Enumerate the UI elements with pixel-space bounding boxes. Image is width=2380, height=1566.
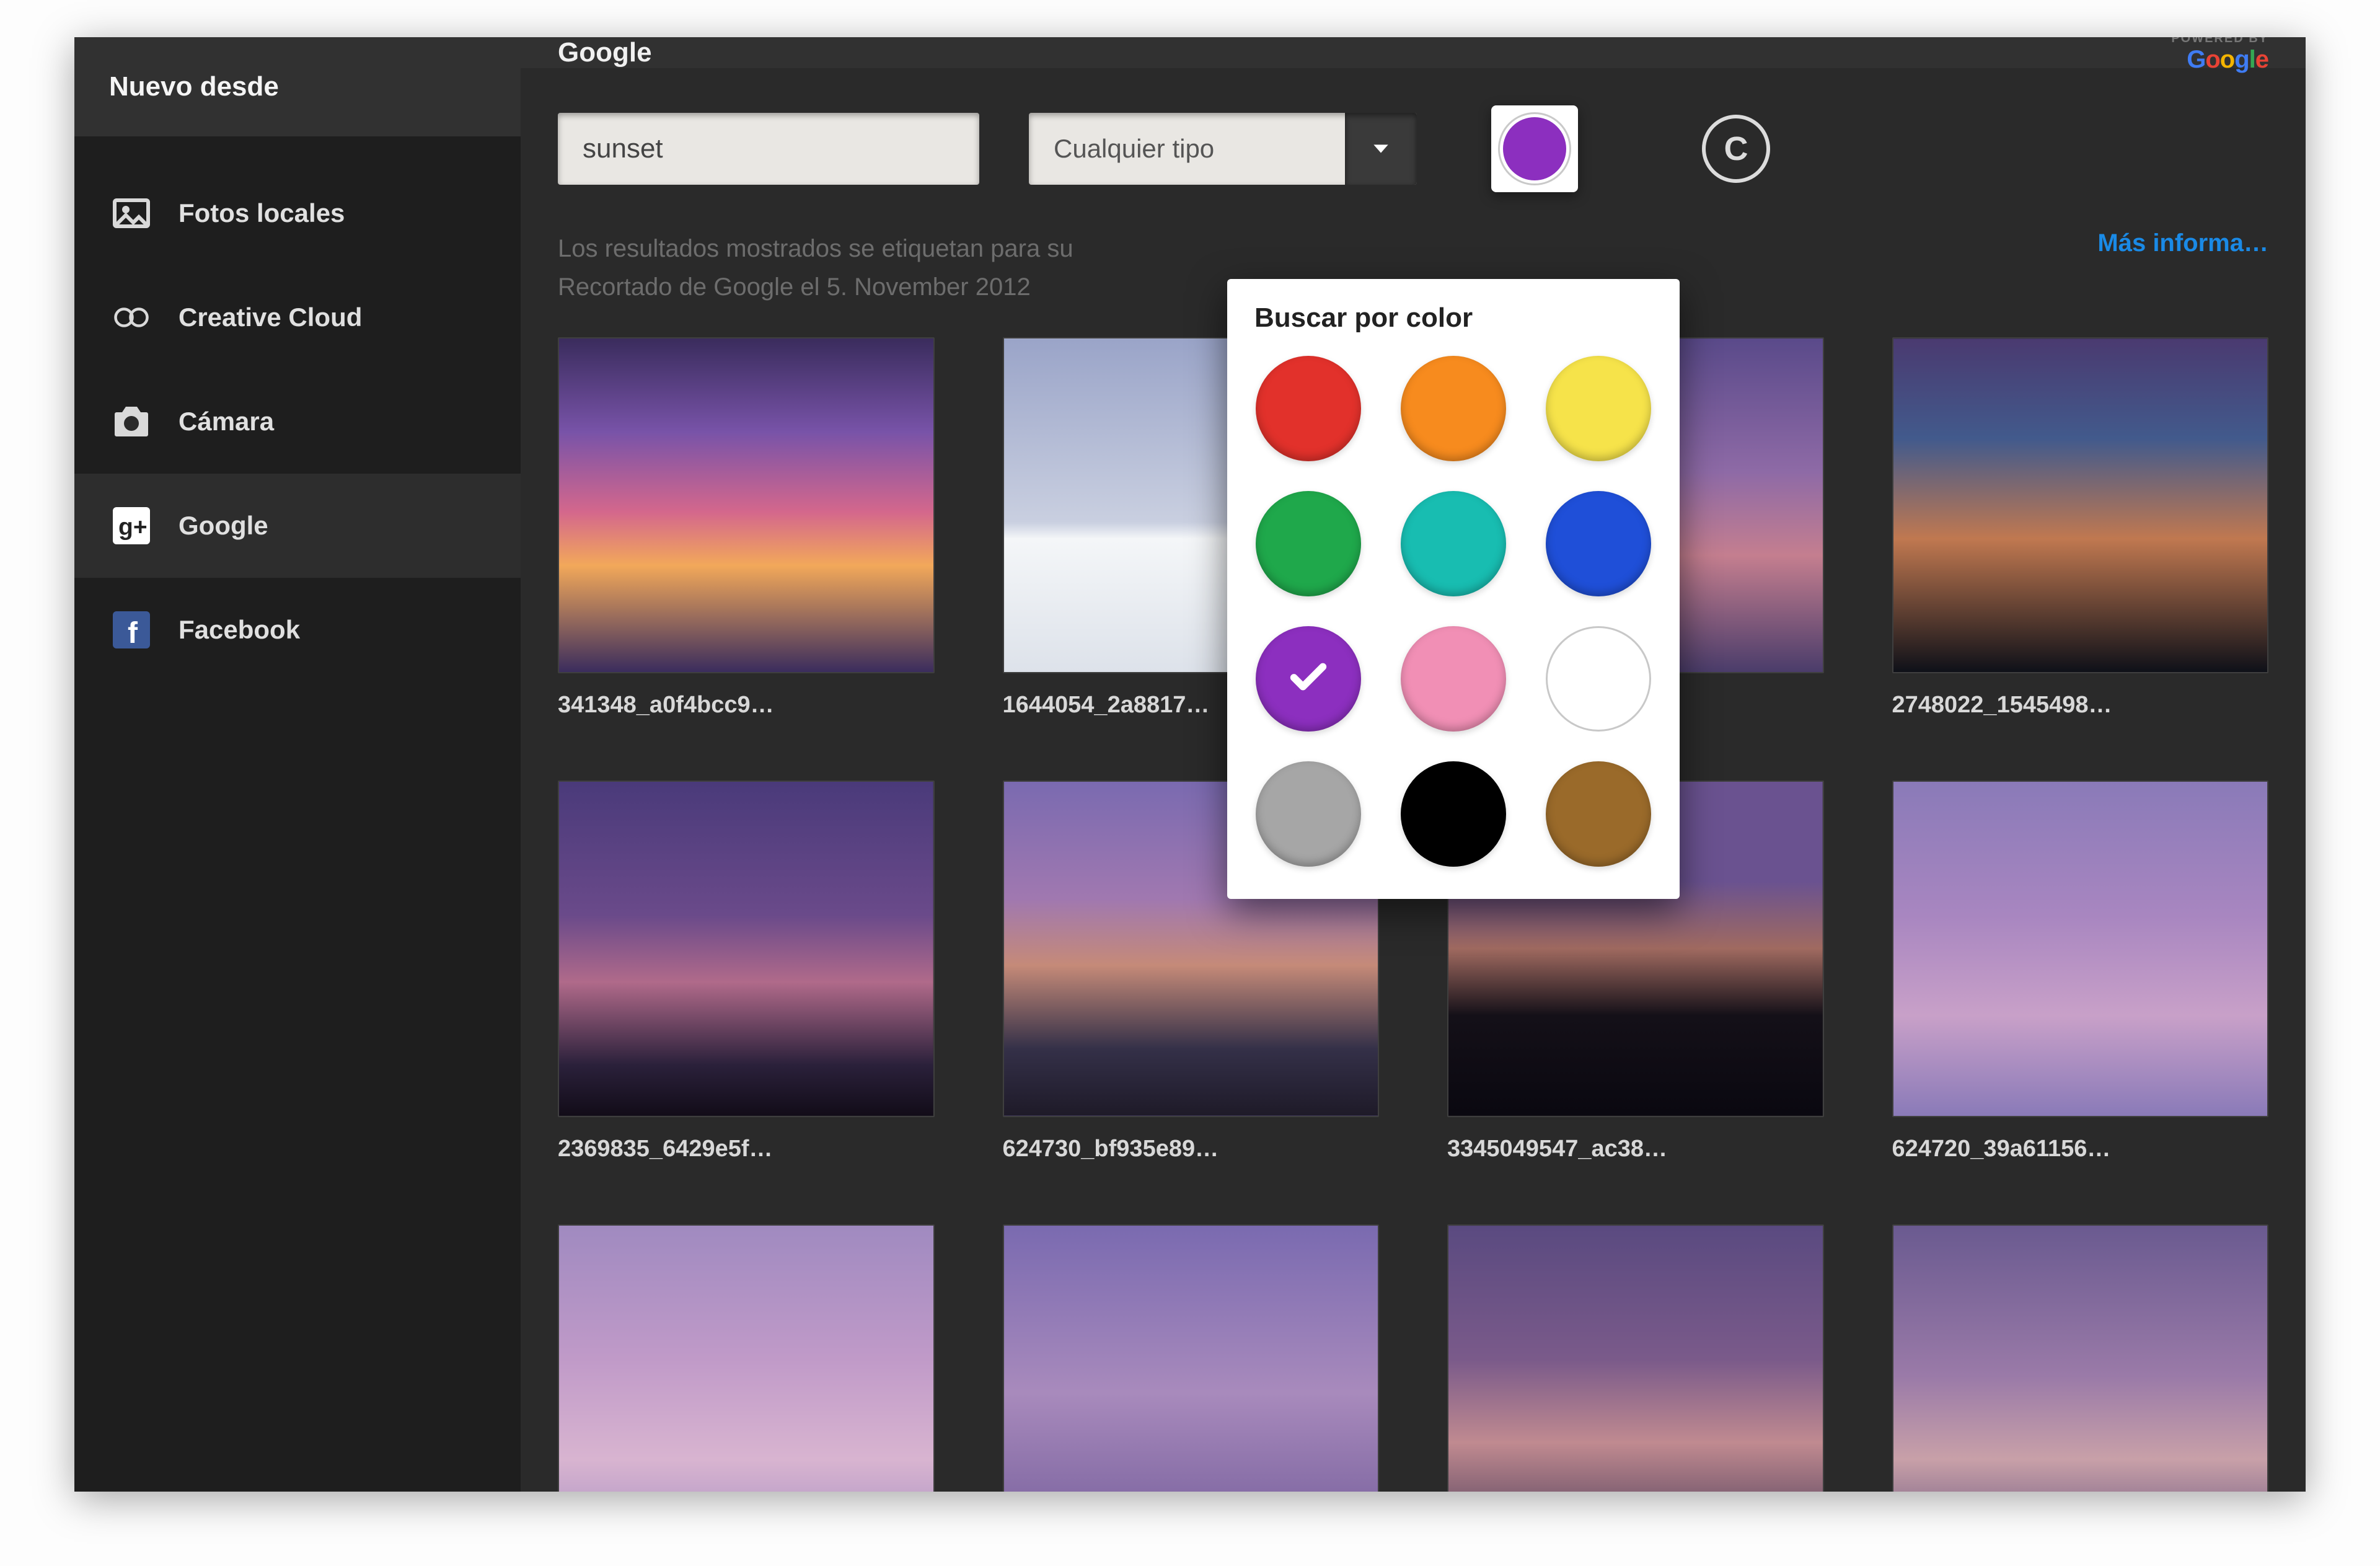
color-swatch-black[interactable] bbox=[1401, 761, 1506, 867]
result-caption: 3345049547_ac38… bbox=[1447, 1136, 1824, 1162]
result-image bbox=[1447, 1224, 1824, 1492]
result-image bbox=[558, 1224, 935, 1492]
type-dropdown[interactable]: Cualquier tipo bbox=[1029, 113, 1417, 185]
main-panel: Google powered by Google Cualquier tipo bbox=[521, 37, 2306, 1492]
result-thumb[interactable]: 2748022_1545498… bbox=[1892, 337, 2269, 719]
result-caption: 341348_a0f4bcc9… bbox=[558, 692, 935, 719]
main-header: Google powered by Google bbox=[521, 37, 2306, 68]
sidebar-item-label: Google bbox=[178, 511, 268, 541]
copyright-icon: C bbox=[1724, 130, 1748, 168]
sidebar-item-label: Creative Cloud bbox=[178, 303, 362, 332]
color-swatch-blue[interactable] bbox=[1546, 491, 1651, 596]
results-meta-line1: Los resultados mostrados se etiquetan pa… bbox=[558, 229, 1073, 268]
color-swatch-grid bbox=[1254, 356, 1652, 867]
more-info-link[interactable]: Más informa… bbox=[2097, 229, 2268, 257]
color-swatch-purple[interactable] bbox=[1256, 626, 1361, 732]
result-caption: 624730_bf935e89… bbox=[1003, 1136, 1380, 1162]
result-image bbox=[1892, 781, 2269, 1117]
powered-by-badge: powered by Google bbox=[2171, 37, 2268, 74]
color-swatch-brown[interactable] bbox=[1546, 761, 1651, 867]
facebook-icon: f bbox=[109, 608, 154, 652]
result-thumb[interactable]: 624720_39a61156… bbox=[1892, 781, 2269, 1162]
sidebar-item-label: Cámara bbox=[178, 407, 274, 436]
sidebar-item-camera[interactable]: Cámara bbox=[74, 369, 521, 474]
color-swatch-pink[interactable] bbox=[1401, 626, 1506, 732]
sidebar-title: Nuevo desde bbox=[74, 37, 521, 136]
google-logo: Google bbox=[2171, 46, 2268, 74]
check-icon bbox=[1287, 656, 1330, 702]
result-caption: 2748022_1545498… bbox=[1892, 692, 2269, 719]
result-thumb[interactable]: 341348_a0f4bcc9… bbox=[558, 337, 935, 719]
color-swatch-teal[interactable] bbox=[1401, 491, 1506, 596]
camera-icon bbox=[109, 399, 154, 444]
sidebar-item-photos[interactable]: Fotos locales bbox=[74, 161, 521, 265]
result-thumb[interactable] bbox=[1892, 1224, 2269, 1492]
result-image bbox=[1892, 337, 2269, 673]
search-input[interactable] bbox=[558, 113, 979, 185]
sidebar-item-creative-cloud[interactable]: Creative Cloud bbox=[74, 265, 521, 369]
color-picker-title: Buscar por color bbox=[1254, 303, 1652, 334]
sidebar-nav: Fotos locales Creative Cloud Cámara g+ Googl… bbox=[74, 136, 521, 682]
photos-icon bbox=[109, 191, 154, 236]
color-swatch-green[interactable] bbox=[1256, 491, 1361, 596]
sidebar: Nuevo desde Fotos locales Creative Cloud C… bbox=[74, 37, 521, 1492]
svg-text:g+: g+ bbox=[118, 514, 148, 541]
result-caption: 2369835_6429e5f… bbox=[558, 1136, 935, 1162]
results-meta-line2: Recortado de Google el 5. November 2012 bbox=[558, 268, 1073, 306]
result-thumb[interactable] bbox=[1447, 1224, 1824, 1492]
sidebar-item-facebook[interactable]: f Facebook bbox=[74, 578, 521, 682]
sidebar-item-label: Facebook bbox=[178, 615, 300, 645]
result-image bbox=[1003, 1224, 1380, 1492]
color-filter-button[interactable] bbox=[1491, 105, 1578, 192]
search-toolbar: Cualquier tipo C bbox=[521, 68, 2306, 205]
app-window: Nuevo desde Fotos locales Creative Cloud C… bbox=[74, 37, 2306, 1492]
google-plus-icon: g+ bbox=[109, 503, 154, 548]
results-meta-text: Los resultados mostrados se etiquetan pa… bbox=[558, 229, 1073, 306]
color-swatch-yellow[interactable] bbox=[1546, 356, 1651, 461]
color-swatch-white[interactable] bbox=[1546, 626, 1651, 732]
license-filter-button[interactable]: C bbox=[1702, 115, 1770, 183]
type-dropdown-value: Cualquier tipo bbox=[1029, 113, 1345, 185]
device-frame: Nuevo desde Fotos locales Creative Cloud C… bbox=[0, 0, 2380, 1566]
result-image bbox=[558, 781, 935, 1117]
result-caption: 624720_39a61156… bbox=[1892, 1136, 2269, 1162]
color-swatch-orange[interactable] bbox=[1401, 356, 1506, 461]
source-title: Google bbox=[558, 37, 652, 68]
result-image bbox=[558, 337, 935, 673]
result-thumb[interactable] bbox=[1003, 1224, 1380, 1492]
result-thumb[interactable] bbox=[558, 1224, 935, 1492]
chevron-down-icon bbox=[1345, 113, 1417, 185]
powered-by-text: powered by bbox=[2171, 37, 2268, 46]
result-image bbox=[1892, 1224, 2269, 1492]
color-picker-popover: Buscar por color bbox=[1227, 279, 1680, 899]
color-swatch-red[interactable] bbox=[1256, 356, 1361, 461]
color-swatch-gray[interactable] bbox=[1256, 761, 1361, 867]
creative-cloud-icon bbox=[109, 295, 154, 340]
sidebar-item-google-plus[interactable]: g+ Google bbox=[74, 474, 521, 578]
result-thumb[interactable]: 2369835_6429e5f… bbox=[558, 781, 935, 1162]
svg-text:f: f bbox=[128, 617, 138, 650]
color-filter-swatch-ring bbox=[1498, 112, 1571, 185]
color-filter-swatch bbox=[1503, 117, 1566, 180]
sidebar-item-label: Fotos locales bbox=[178, 198, 345, 228]
